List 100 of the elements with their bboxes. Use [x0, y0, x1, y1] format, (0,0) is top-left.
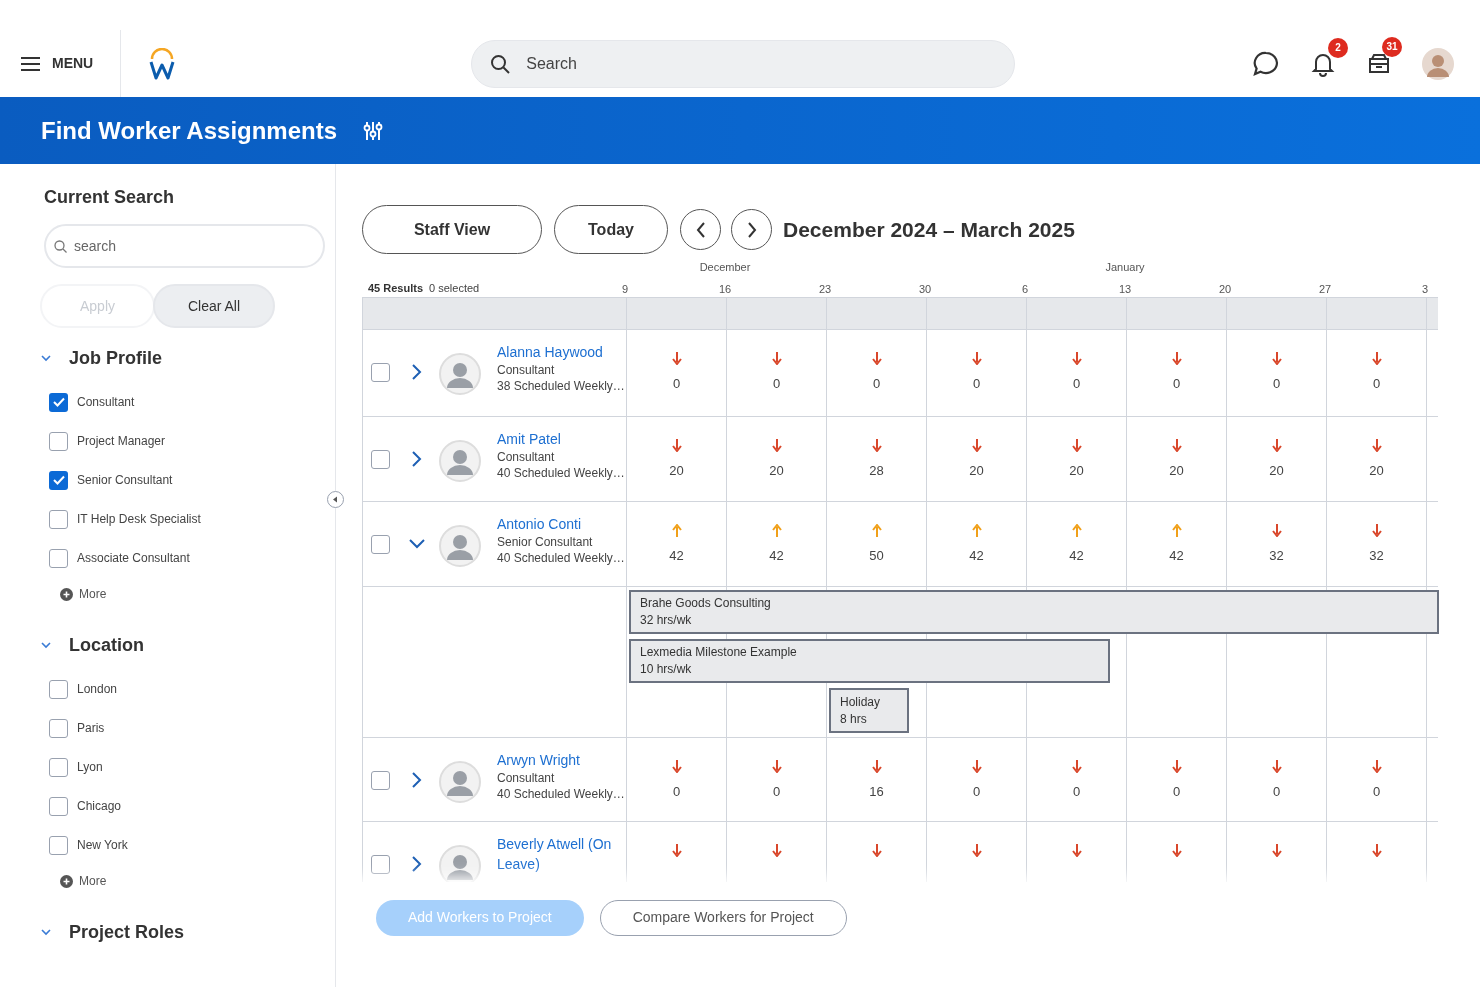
avatar — [439, 761, 481, 803]
scheduled-hours: 40 Scheduled Weekly… — [497, 786, 625, 803]
chat-icon[interactable] — [1252, 49, 1280, 78]
filter-option[interactable]: Consultant — [49, 392, 135, 412]
week-label: 3 — [1421, 282, 1429, 297]
assignment-bar[interactable]: Lexmedia Milestone Example 10 hrs/wk — [629, 639, 1110, 683]
filter-option[interactable]: Paris — [49, 718, 105, 738]
results-count: 45 Results — [368, 281, 424, 297]
filter-option[interactable]: IT Help Desk Specialist — [49, 509, 201, 529]
assignment-bar[interactable]: Brahe Goods Consulting 32 hrs/wk — [629, 590, 1439, 634]
week-label: 27 — [1318, 282, 1332, 297]
worker-role: Consultant — [497, 362, 556, 378]
avatar[interactable] — [1422, 47, 1454, 80]
row-checkbox[interactable] — [371, 535, 390, 554]
inbox-button[interactable]: 31 — [1366, 36, 1402, 77]
worker-name-link[interactable]: Arwyn Wright — [497, 750, 625, 770]
checkbox[interactable] — [49, 509, 68, 529]
assignment-bar[interactable]: Holiday 8 hrs — [829, 688, 909, 733]
worker-name-link[interactable]: Antonio Conti — [497, 514, 625, 534]
filter-option[interactable]: Lyon — [49, 757, 103, 777]
collapse-handle[interactable] — [327, 491, 344, 508]
hours-value: 20 — [1369, 462, 1384, 480]
hours-value: 0 — [1072, 783, 1081, 801]
filter-option[interactable]: New York — [49, 835, 128, 855]
checkbox[interactable] — [49, 835, 68, 855]
worker-name-link[interactable]: Alanna Haywood — [497, 342, 625, 362]
month-label: December — [699, 260, 751, 275]
avatar — [439, 525, 481, 567]
search-icon — [490, 53, 511, 74]
hours-value: 42 — [769, 547, 784, 565]
hours-value: 42 — [969, 547, 984, 565]
hours-value: 0 — [772, 375, 781, 393]
more-link[interactable]: More — [60, 585, 107, 603]
menu-button[interactable]: MENU — [0, 30, 121, 97]
hours-value: 20 — [1269, 462, 1284, 480]
checkbox[interactable] — [49, 718, 68, 738]
worker-name-link[interactable]: Beverly Atwell (On Leave) — [497, 834, 625, 874]
row-checkbox[interactable] — [371, 771, 390, 790]
week-label: 13 — [1118, 282, 1132, 297]
avatar — [439, 440, 481, 482]
row-checkbox[interactable] — [371, 450, 390, 469]
section-title: Job Profile — [69, 346, 162, 370]
checkbox[interactable] — [49, 431, 68, 451]
checkbox[interactable] — [49, 796, 68, 816]
hours-value: 0 — [972, 783, 981, 801]
filter-settings-icon[interactable] — [363, 120, 384, 141]
hours-value: 32 — [1369, 547, 1384, 565]
logo-icon[interactable] — [149, 47, 176, 80]
hours-value: 20 — [969, 462, 984, 480]
row-checkbox[interactable] — [371, 855, 390, 874]
worker-role: Senior Consultant — [497, 534, 594, 550]
checkbox-checked[interactable] — [49, 470, 68, 490]
hours-value: 50 — [869, 547, 884, 565]
hours-value: 0 — [1372, 375, 1381, 393]
worker-role: Consultant — [497, 449, 556, 465]
section-title: Location — [69, 633, 144, 657]
filter-option[interactable]: Associate Consultant — [49, 548, 190, 568]
hours-value: 0 — [972, 375, 981, 393]
selected-count: 0 selected — [429, 281, 480, 297]
filter-option[interactable]: Project Manager — [49, 431, 166, 451]
filter-option[interactable]: Senior Consultant — [49, 470, 173, 490]
plus-circle-icon — [60, 587, 73, 601]
hours-value: 20 — [769, 462, 784, 480]
avatar — [439, 353, 481, 395]
checkbox[interactable] — [49, 548, 68, 568]
checkbox[interactable] — [49, 679, 68, 699]
hours-value: 0 — [1172, 375, 1181, 393]
chevron-down-icon[interactable] — [40, 926, 52, 938]
chevron-left-icon — [695, 221, 706, 238]
week-label: 23 — [818, 282, 832, 297]
compare-workers-button[interactable]: Compare Workers for Project — [599, 899, 847, 936]
hours-value: 28 — [869, 462, 884, 480]
checkbox[interactable] — [49, 757, 68, 777]
page-title: Find Worker Assignments — [41, 115, 338, 146]
filter-option[interactable]: London — [49, 679, 118, 699]
hours-value: 0 — [672, 783, 681, 801]
menu-icon — [21, 56, 40, 71]
notifications-button[interactable]: 2 — [1310, 37, 1348, 78]
checkbox-checked[interactable] — [49, 392, 68, 412]
hours-value: 0 — [872, 375, 881, 393]
more-link[interactable]: More — [60, 872, 107, 890]
week-label: 20 — [1218, 282, 1232, 297]
inbox-badge: 31 — [1382, 36, 1402, 57]
hours-value: 20 — [669, 462, 684, 480]
row-checkbox[interactable] — [371, 363, 390, 382]
worker-name-link[interactable]: Amit Patel — [497, 429, 625, 449]
chevron-down-icon[interactable] — [40, 639, 52, 651]
hours-value: 42 — [1069, 547, 1084, 565]
week-label: 9 — [621, 282, 629, 297]
search-field[interactable]: Search — [471, 39, 1016, 88]
scheduled-hours: 40 Scheduled Weekly… — [497, 550, 625, 567]
filter-option[interactable]: Chicago — [49, 796, 122, 816]
scheduled-hours: 40 Scheduled Weekly… — [497, 465, 625, 482]
chevron-down-icon[interactable] — [40, 352, 52, 364]
hours-value: 20 — [1169, 462, 1184, 480]
hours-value: 32 — [1269, 547, 1284, 565]
clear-all-button[interactable]: Clear All — [153, 284, 275, 328]
section-title: Project Roles — [69, 920, 185, 944]
hours-value: 0 — [1172, 783, 1181, 801]
filter-search-field[interactable]: search — [44, 224, 325, 268]
